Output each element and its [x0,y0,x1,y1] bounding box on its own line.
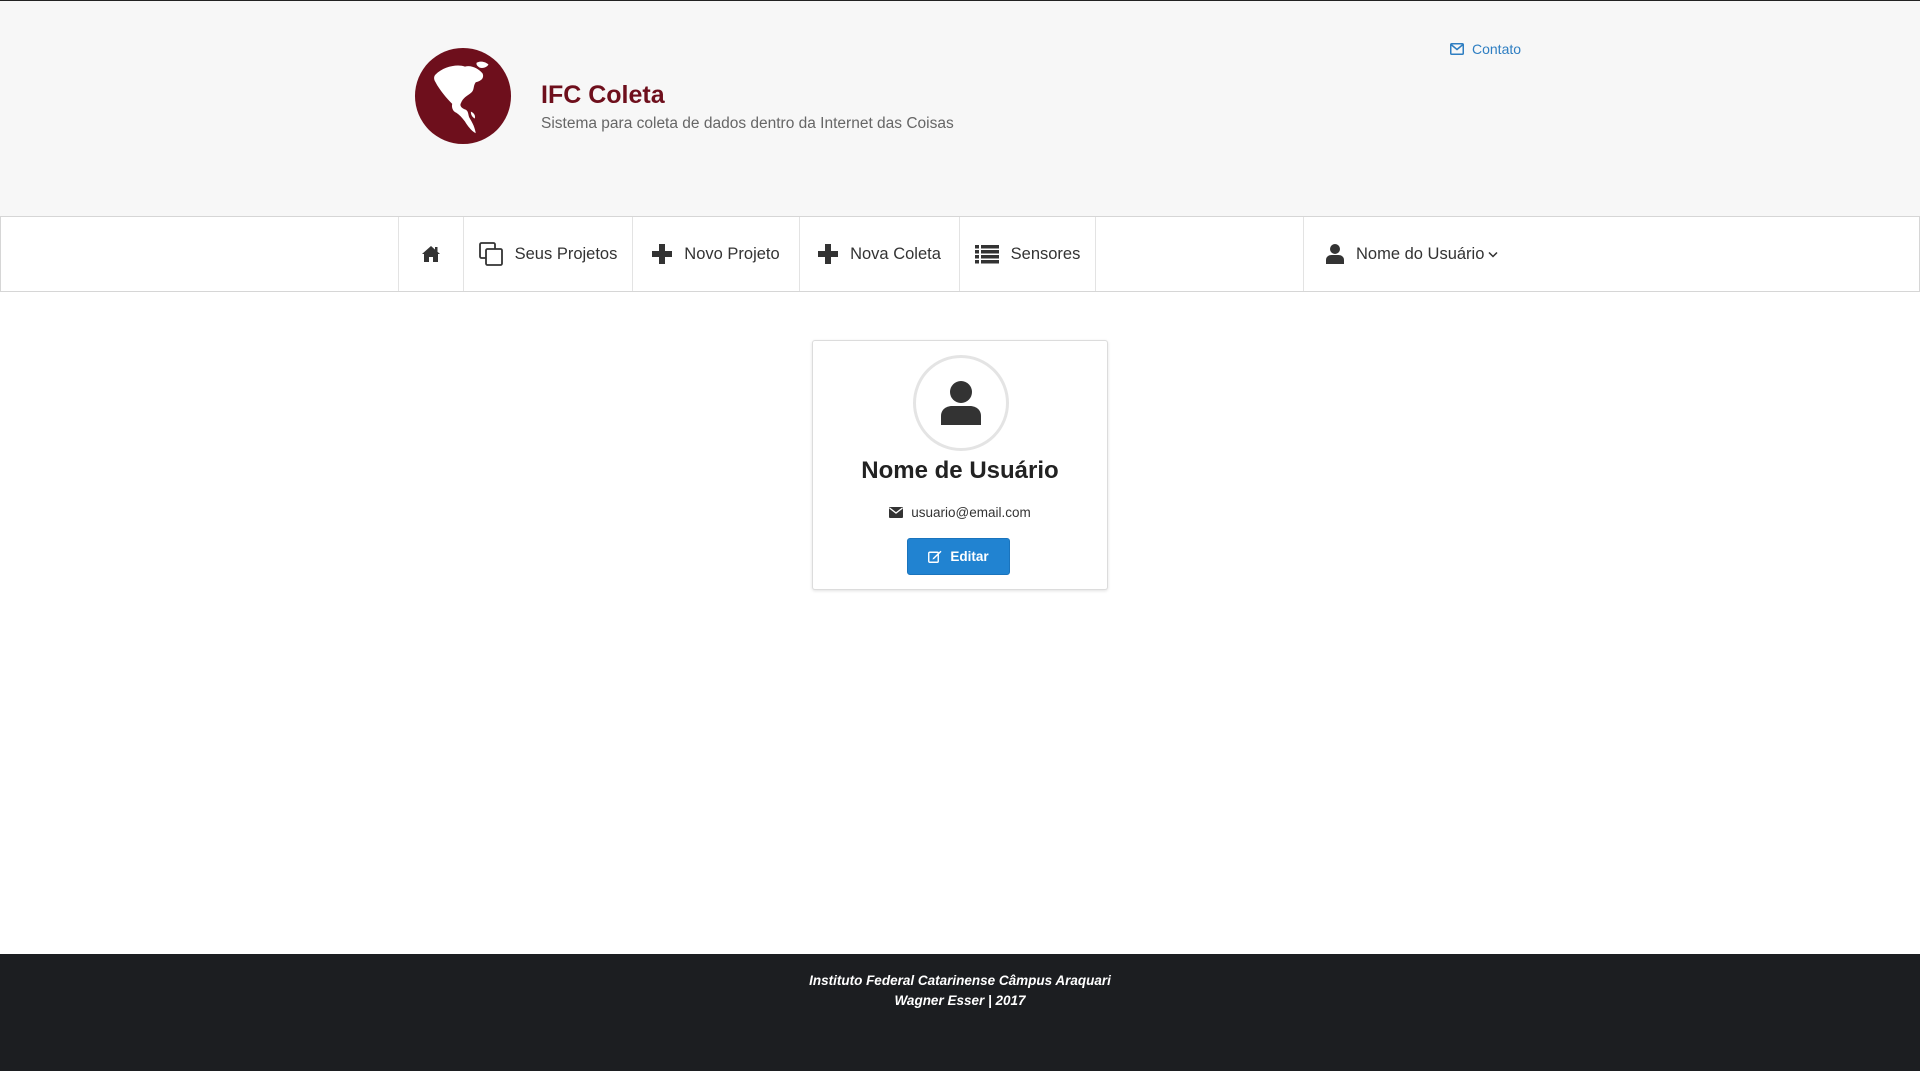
nav-home[interactable] [398,217,463,291]
clone-icon [478,242,503,266]
envelope-outline-icon [1450,43,1464,55]
globe-logo-icon[interactable] [414,47,512,145]
nav-label: Seus Projetos [514,244,618,263]
avatar [913,355,1009,451]
user-menu-dropdown[interactable]: Nome do Usuário [1303,217,1514,291]
footer-credits: Wagner Esser | 2017 [894,993,1026,1008]
nav-sensores[interactable]: Sensores [959,217,1095,291]
envelope-icon [889,507,904,518]
profile-email: usuario@email.com [813,505,1107,520]
contact-label: Contato [1472,41,1522,57]
plus-icon [818,244,839,264]
list-icon [974,244,999,263]
profile-email-text: usuario@email.com [911,505,1031,520]
nav-novo-projeto[interactable]: Novo Projeto [632,217,799,291]
user-icon [941,381,981,425]
site-footer: Instituto Federal Catarinense Câmpus Ara… [0,954,1920,1071]
nav-divider [1095,217,1096,291]
edit-button[interactable]: Editar [907,538,1010,575]
nav-label: Nova Coleta [850,244,941,263]
plus-icon [652,244,673,264]
site-subtitle: Sistema para coleta de dados dentro da I… [541,115,954,132]
contact-link[interactable]: Contato [1450,41,1521,57]
edit-button-label: Editar [950,549,989,564]
footer-institution: Instituto Federal Catarinense Câmpus Ara… [809,973,1111,988]
home-icon [422,246,440,262]
site-header: IFC Coleta Sistema para coleta de dados … [0,0,1920,216]
profile-card: Nome de Usuário usuario@email.com Editar [812,340,1108,590]
user-icon [1326,244,1344,264]
main-navbar: Seus Projetos Novo Projeto Nova Coleta S… [0,216,1920,292]
site-title[interactable]: IFC Coleta [541,81,665,110]
user-menu-label: Nome do Usuário [1356,244,1485,263]
nav-label: Novo Projeto [684,244,780,263]
nav-nova-coleta[interactable]: Nova Coleta [799,217,959,291]
nav-label: Sensores [1010,244,1081,263]
profile-name: Nome de Usuário [861,457,1059,484]
edit-icon [928,550,942,563]
chevron-down-icon [1488,251,1498,258]
nav-seus-projetos[interactable]: Seus Projetos [463,217,632,291]
